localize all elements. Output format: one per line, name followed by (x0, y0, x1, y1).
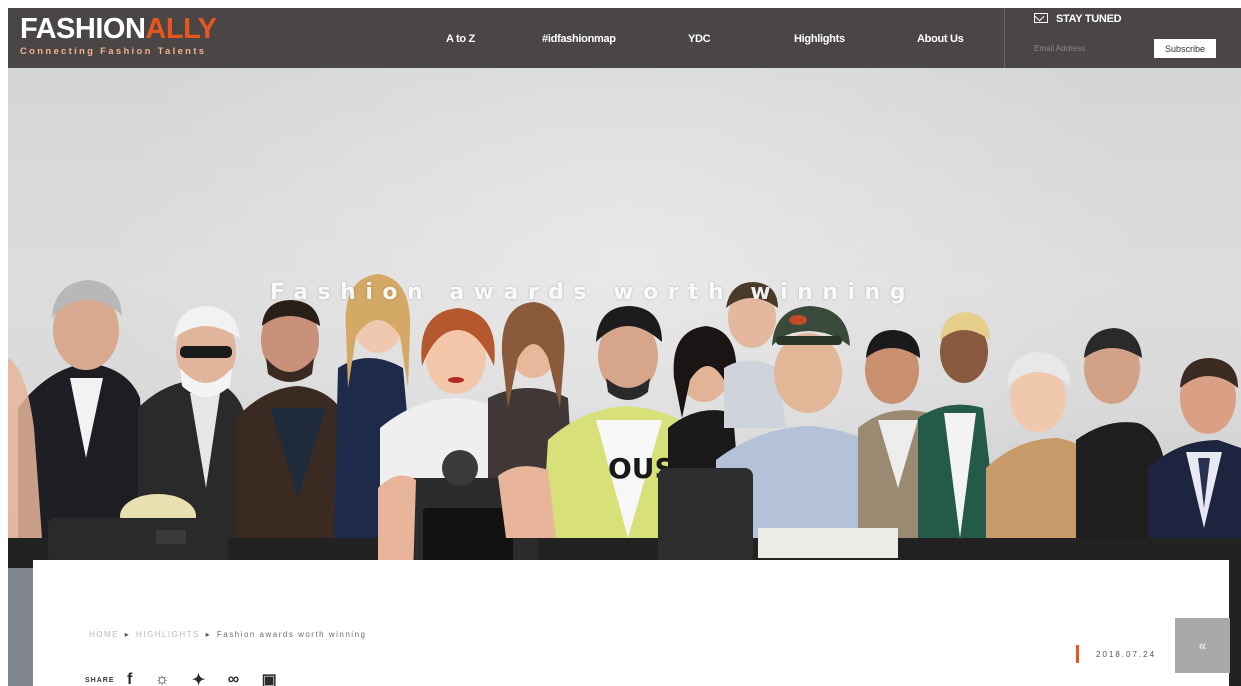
page: FASHIONALLY Connecting Fashion Talents A… (0, 0, 1241, 686)
newsletter-heading: STAY TUNED (1034, 13, 1122, 25)
subscribe-button[interactable]: Subscribe (1154, 39, 1216, 58)
nav-item-about-us[interactable]: About Us (917, 33, 964, 45)
breadcrumb-section[interactable]: HIGHLIGHTS (136, 630, 200, 639)
share-label: SHARE (85, 676, 115, 684)
nav-divider (1004, 8, 1005, 68)
breadcrumb-home[interactable]: HOME (89, 630, 119, 639)
logo-wordmark-part1: FASHION (20, 13, 146, 45)
breadcrumb-separator: ▸ (124, 630, 131, 639)
nav-item-idfashionmap[interactable]: #idfashionmap (542, 33, 616, 45)
breadcrumb: HOME ▸ HIGHLIGHTS ▸ Fashion awards worth… (89, 630, 366, 639)
nav-item-ydc[interactable]: YDC (688, 33, 711, 45)
logo-wordmark-part2: ALLY (145, 13, 217, 45)
breadcrumb-current: Fashion awards worth winning (216, 630, 367, 639)
weibo-icon[interactable]: ☼ (155, 671, 170, 686)
nav-item-highlights[interactable]: Highlights (794, 33, 845, 45)
link-icon[interactable]: ∞ (228, 671, 239, 686)
breadcrumb-separator: ▸ (205, 630, 212, 639)
newsletter-email-input[interactable] (1034, 40, 1144, 56)
twitter-icon[interactable]: ✦ (192, 670, 205, 686)
article-card: HOME ▸ HIGHLIGHTS ▸ Fashion awards worth… (33, 560, 1229, 686)
facebook-icon[interactable]: f (127, 671, 132, 686)
date-accent-bar (1076, 645, 1079, 663)
double-chevron-up-icon: « (1198, 637, 1207, 653)
site-logo[interactable]: FASHIONALLY Connecting Fashion Talents (20, 12, 217, 57)
share-bar: SHARE f ☼ ✦ ∞ ▣ (85, 670, 295, 686)
logo-wordmark: FASHIONALLY (20, 12, 217, 46)
nav-item-a-to-z[interactable]: A to Z (446, 33, 475, 45)
logo-tagline: Connecting Fashion Talents (20, 46, 207, 57)
post-date: 2018.07.24 (1096, 650, 1157, 659)
newsletter-title: STAY TUNED (1056, 13, 1122, 25)
wechat-icon[interactable]: ▣ (262, 670, 277, 686)
scroll-to-top-button[interactable]: « (1175, 618, 1230, 673)
mail-icon (1034, 13, 1048, 23)
top-navigation-bar: FASHIONALLY Connecting Fashion Talents A… (8, 8, 1241, 68)
hero-title: Fashion awards worth winning (270, 280, 915, 305)
